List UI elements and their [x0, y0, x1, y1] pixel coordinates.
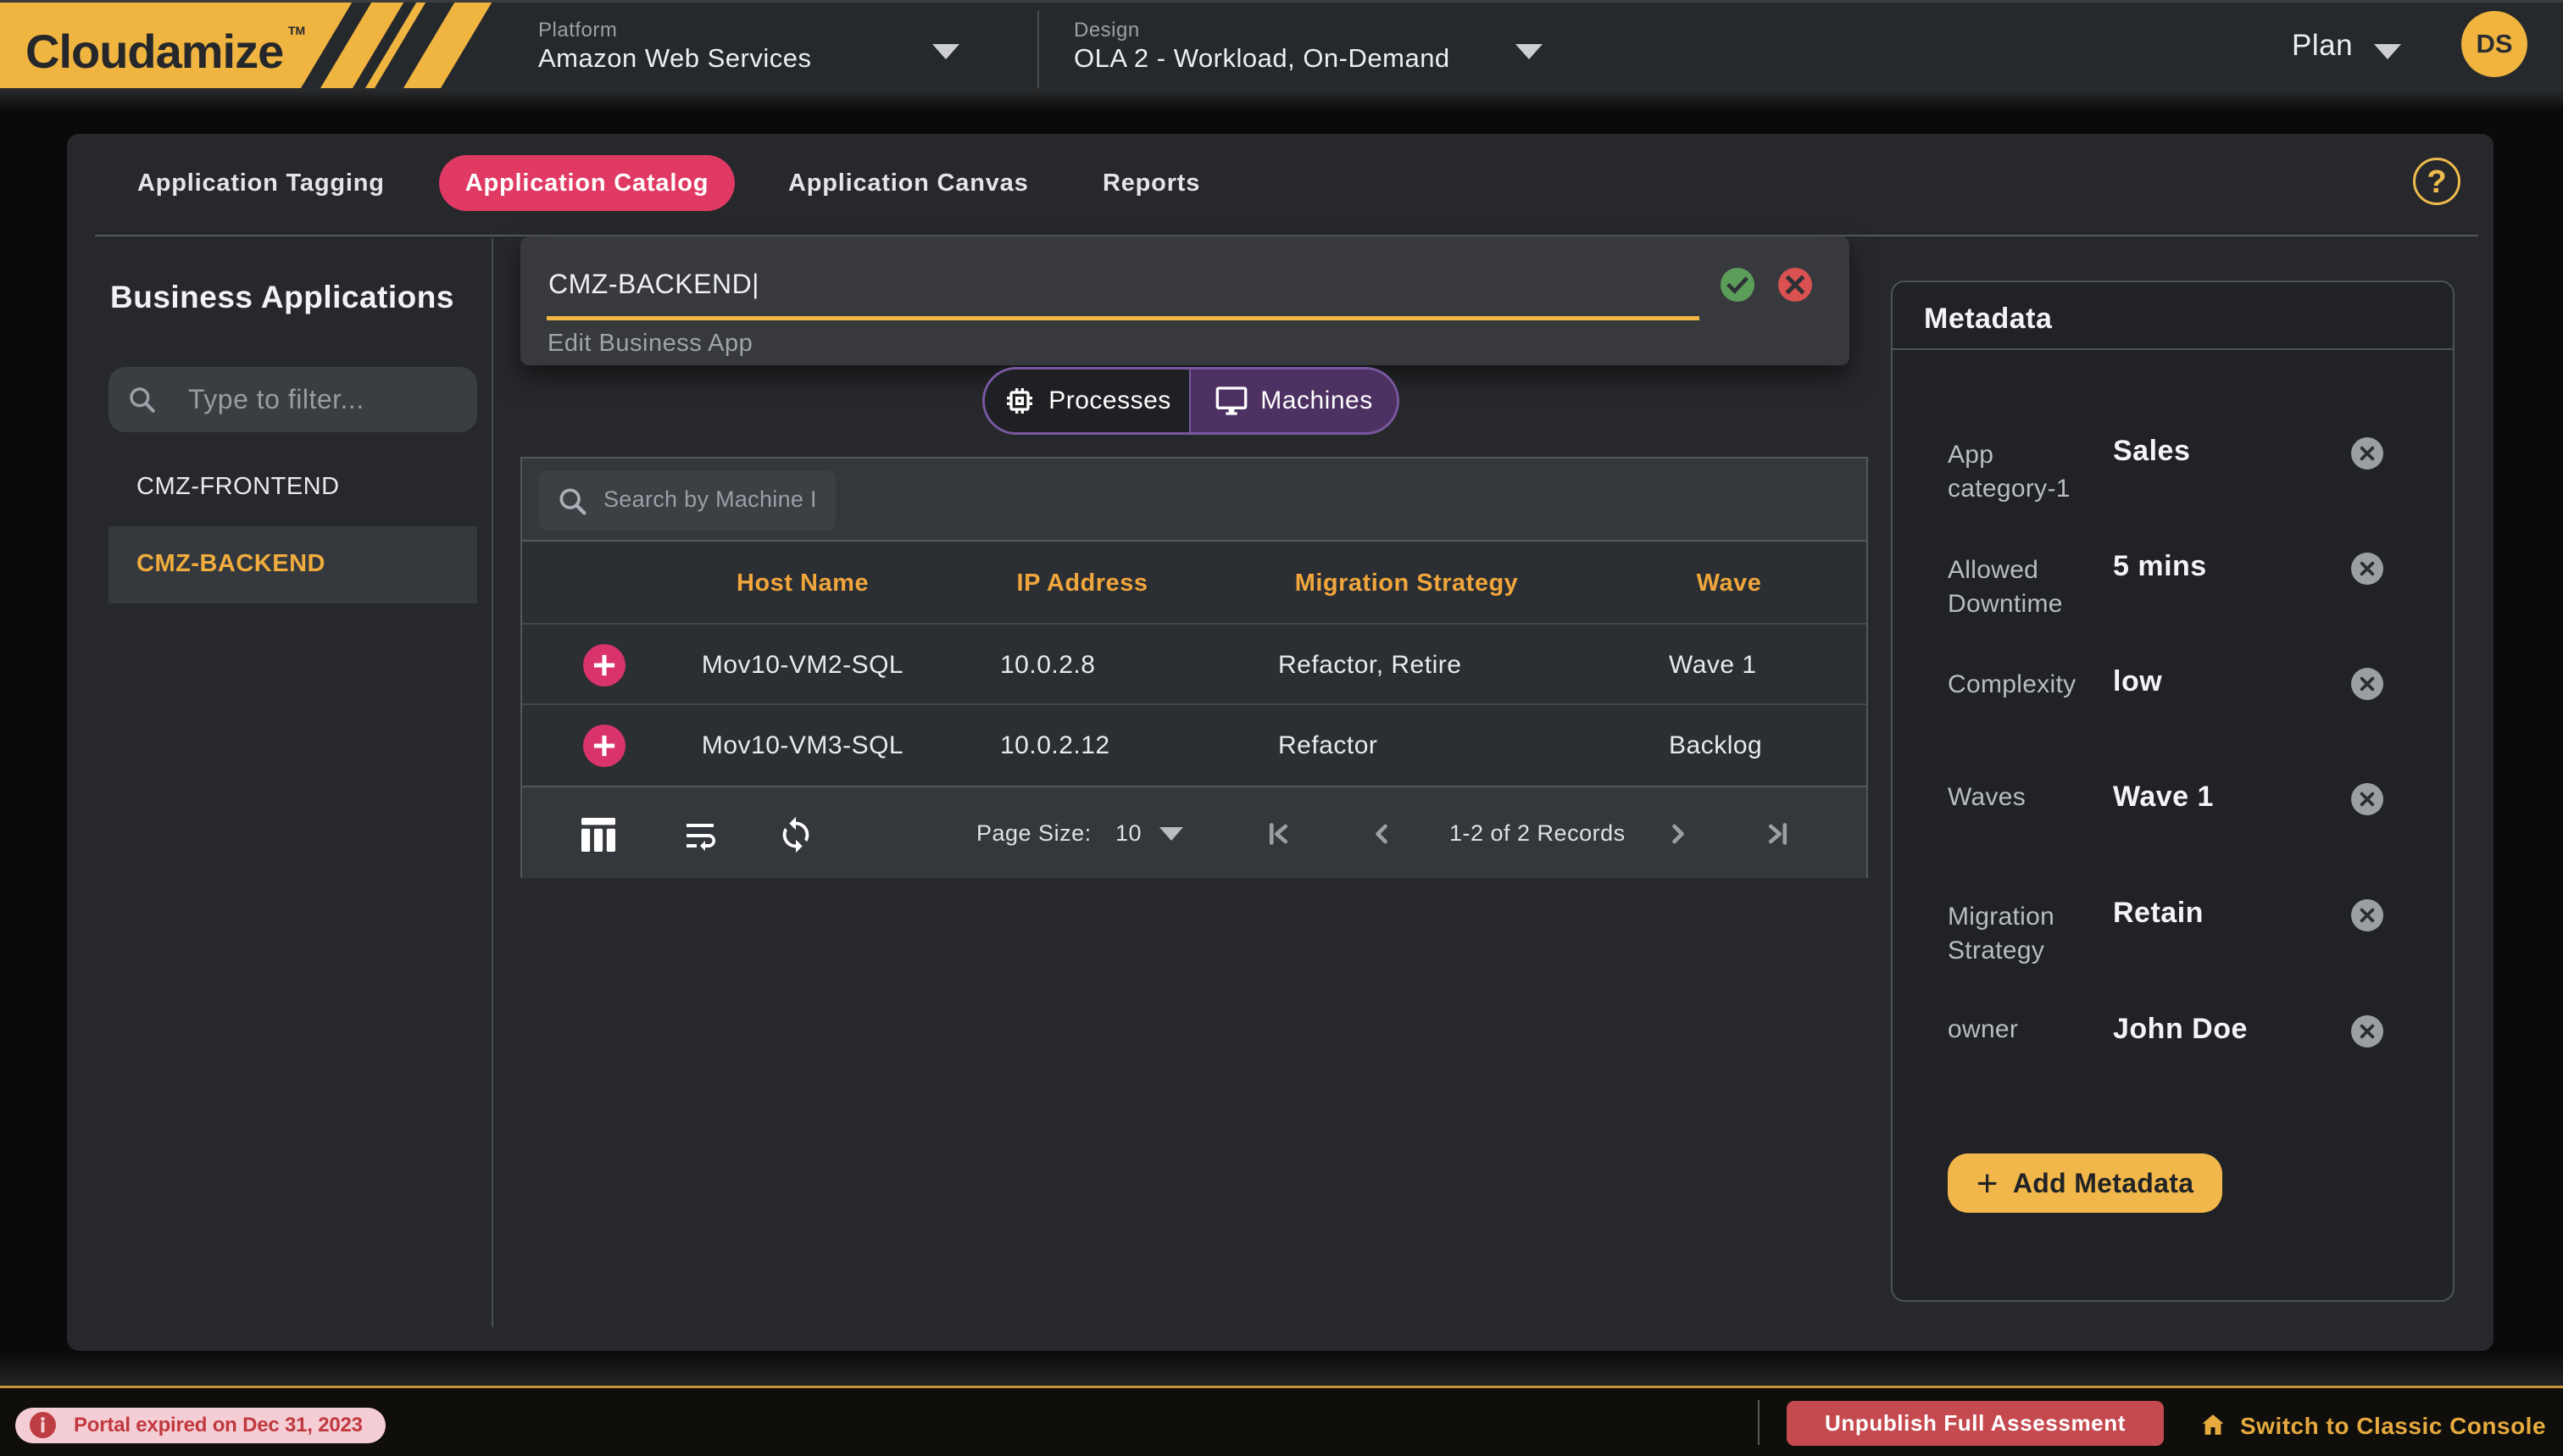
- svg-text:Cloudamize: Cloudamize: [25, 25, 283, 78]
- svg-text:TM: TM: [288, 24, 305, 37]
